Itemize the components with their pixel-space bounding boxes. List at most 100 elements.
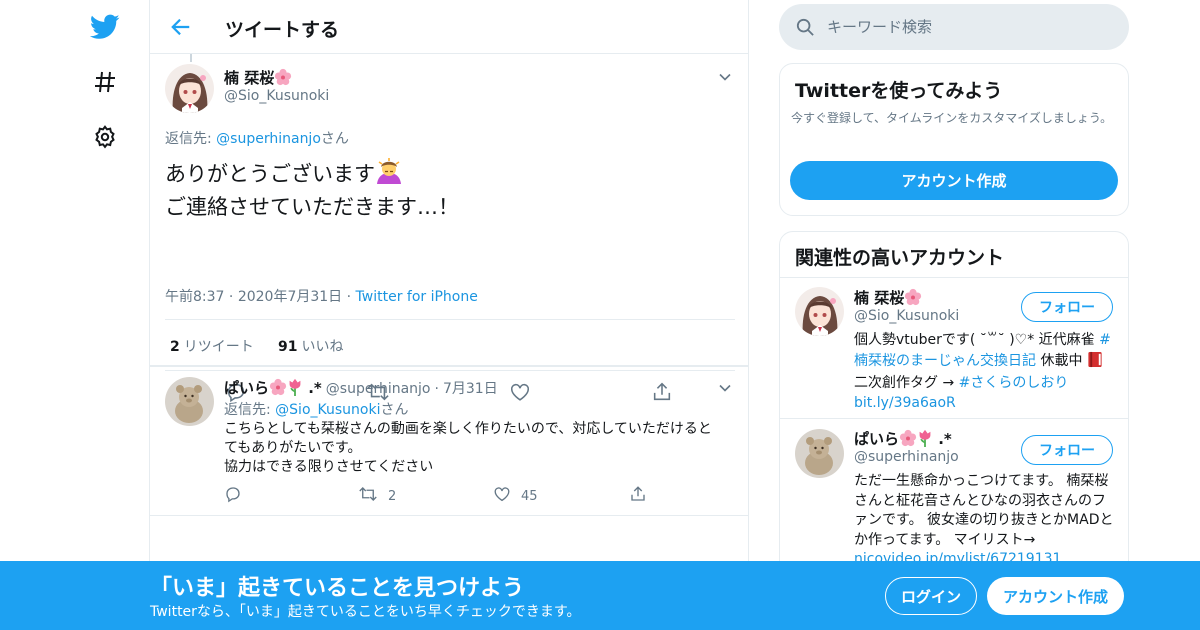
reply-prefix: 返信先: xyxy=(224,402,276,418)
search-bar xyxy=(779,4,1129,50)
avatar[interactable] xyxy=(795,287,844,336)
account-handle[interactable]: @superhinanjo xyxy=(854,449,959,465)
account-name-suffix: .* xyxy=(933,430,952,448)
tweet-time[interactable]: 午前8:37 xyxy=(165,289,224,305)
account-name[interactable]: ぱいら .* xyxy=(854,428,952,451)
tweet-stats: 2 リツイート 91 いいね xyxy=(165,319,735,371)
avatar[interactable] xyxy=(795,429,844,478)
signup-card: Twitterを使ってみよう 今すぐ登録して、タイムラインをカスタマイズしましょ… xyxy=(779,63,1129,216)
reply-context: 返信先: @Sio_Kusunokiさん xyxy=(224,399,408,419)
reply-date[interactable]: 7月31日 xyxy=(443,381,498,397)
chevron-down-icon[interactable] xyxy=(716,68,734,86)
thread-line xyxy=(190,54,192,62)
author-handle[interactable]: @Sio_Kusunoki xyxy=(224,88,329,104)
account-name-text: ぱいら xyxy=(854,430,900,448)
focal-tweet: 楠 栞桜 @Sio_Kusunoki 返信先: @superhinanjoさん … xyxy=(150,54,748,403)
retweet-count: 2 xyxy=(388,488,397,504)
account-bio: 個人勢vtuberです( ˘꒳˘ )♡* 近代麻雀 #楠栞桜のまーじゃん交換日記… xyxy=(854,331,1116,413)
login-button[interactable]: ログイン xyxy=(885,577,977,615)
retweet-stat[interactable]: 2 リツイート xyxy=(170,336,254,356)
signup-card-desc: 今すぐ登録して、タイムラインをカスタマイズしましょう。 xyxy=(791,111,1113,125)
back-arrow-icon[interactable] xyxy=(168,14,194,40)
meta-separator: · xyxy=(224,289,238,305)
like-count: 91 xyxy=(278,339,298,355)
like-label: いいね xyxy=(301,339,344,355)
tulip-icon xyxy=(287,378,303,400)
cherry-blossom-icon xyxy=(899,429,917,451)
like-button[interactable]: 45 xyxy=(493,485,538,507)
related-accounts-card: 関連性の高いアカウント 楠 栞桜 @Sio_Kusunoki フォロー 個人勢v… xyxy=(779,231,1129,591)
related-accounts-title: 関連性の高いアカウント xyxy=(795,247,1005,269)
meta-separator: · xyxy=(434,381,439,397)
bio-text: 二次創作タグ → xyxy=(854,375,959,391)
retweet-count: 2 xyxy=(170,339,180,355)
retweet-button[interactable]: 2 xyxy=(358,485,396,507)
cherry-blossom-icon xyxy=(274,68,292,90)
bio-link[interactable]: bit.ly/39a6aoR xyxy=(854,395,956,411)
reply-context: 返信先: @superhinanjoさん xyxy=(165,128,349,148)
account-handle[interactable]: @Sio_Kusunoki xyxy=(854,308,959,324)
follow-button[interactable]: フォロー xyxy=(1021,435,1113,465)
author-name[interactable]: 楠 栞桜 xyxy=(224,67,292,90)
account-bio: ただ一生懸命かっこつけてます。 楠栞桜さんと柾花音さんとひなの羽衣さんのファンで… xyxy=(854,472,1116,570)
tweet-text: ありがとうございます ご連絡させていただきます…！ xyxy=(165,158,725,222)
cherry-blossom-icon xyxy=(269,378,287,400)
red-book-icon xyxy=(1087,351,1103,375)
tweet-source-link[interactable]: Twitter for iPhone xyxy=(356,289,478,305)
gear-icon[interactable] xyxy=(88,120,122,154)
hashtag-icon[interactable] xyxy=(88,65,122,99)
retweet-label: リツイート xyxy=(183,339,254,355)
bio-text: 休載中 xyxy=(1036,352,1087,369)
signup-banner: 「いま」起きていることを見つけよう Twitterなら、「いま」起きていることを… xyxy=(0,561,1200,630)
search-input[interactable] xyxy=(827,4,1117,50)
author-name-text: ぱいら xyxy=(224,379,270,397)
reply-icon[interactable] xyxy=(224,485,242,503)
author-handle[interactable]: @superhinanjo xyxy=(326,381,431,397)
signup-button[interactable]: アカウント作成 xyxy=(987,577,1124,615)
account-name-text: 楠 栞桜 xyxy=(854,289,905,307)
reply-text-line2: 協力はできる限りさせてください xyxy=(224,459,434,475)
tweet-text-line1: ありがとうございます xyxy=(165,162,375,186)
tweet-date[interactable]: 2020年7月31日 xyxy=(238,289,342,305)
left-nav xyxy=(0,0,150,630)
reply-to-link[interactable]: @Sio_Kusunoki xyxy=(275,402,380,418)
chevron-down-icon[interactable] xyxy=(716,379,734,397)
like-stat[interactable]: 91 いいね xyxy=(278,336,343,356)
related-accounts-header: 関連性の高いアカウント xyxy=(780,232,1128,278)
reply-tweet[interactable]: ぱいら .* @superhinanjo · 7月31日 返信先: @Sio_Kusu… xyxy=(150,366,748,516)
reply-actions: 2 45 xyxy=(224,485,724,509)
follow-button[interactable]: フォロー xyxy=(1021,292,1113,322)
page-title: ツイートする xyxy=(225,19,340,41)
account-name[interactable]: 楠 栞桜 xyxy=(854,287,922,310)
reply-suffix: さん xyxy=(380,402,409,418)
related-account-item[interactable]: 楠 栞桜 @Sio_Kusunoki フォロー 個人勢vtuberです( ˘꒳˘… xyxy=(780,278,1128,419)
avatar[interactable] xyxy=(165,377,214,426)
tweet-text-line2: ご連絡させていただきます…！ xyxy=(165,195,459,219)
meta-separator: · xyxy=(342,289,356,305)
reply-to-link[interactable]: @superhinanjo xyxy=(216,131,321,147)
twitter-logo-icon[interactable] xyxy=(88,10,122,44)
reply-text: こちらとしても栞桜さんの動画を楽しく作りたいので、対応していただけるとてもありが… xyxy=(224,420,724,477)
author-name-text: 楠 栞桜 xyxy=(224,69,275,87)
bio-text: ただ一生懸命かっこつけてます。 楠栞桜さんと柾花音さんとひなの羽衣さんのファンで… xyxy=(854,473,1114,548)
cherry-blossom-icon xyxy=(904,288,922,310)
create-account-button[interactable]: アカウント作成 xyxy=(790,161,1118,200)
main-header: ツイートする xyxy=(150,0,748,54)
heart-icon xyxy=(493,485,511,507)
like-count: 45 xyxy=(521,488,538,504)
banner-title: 「いま」起きていることを見つけよう xyxy=(150,576,525,601)
author-name-suffix: .* xyxy=(303,379,322,397)
search-icon xyxy=(795,17,815,37)
share-icon[interactable] xyxy=(629,485,647,503)
retweet-icon xyxy=(358,485,378,507)
reply-suffix: さん xyxy=(320,131,349,147)
main-column: ツイートする 楠 栞桜 @Sio_Kusunoki 返信先: @superhin… xyxy=(149,0,749,630)
tulip-icon xyxy=(917,429,933,451)
banner-subtitle: Twitterなら、「いま」起きていることをいち早くチェックできます。 xyxy=(150,604,581,620)
author-name[interactable]: ぱいら .* @superhinanjo · 7月31日 xyxy=(224,377,498,400)
hashtag-link[interactable]: #さくらのしおり xyxy=(959,375,1069,391)
reply-prefix: 返信先: xyxy=(165,131,217,147)
signup-card-title: Twitterを使ってみよう xyxy=(795,80,1003,102)
avatar[interactable] xyxy=(165,64,214,113)
bio-text: 個人勢vtuberです( ˘꒳˘ )♡* 近代麻雀 xyxy=(854,332,1100,348)
